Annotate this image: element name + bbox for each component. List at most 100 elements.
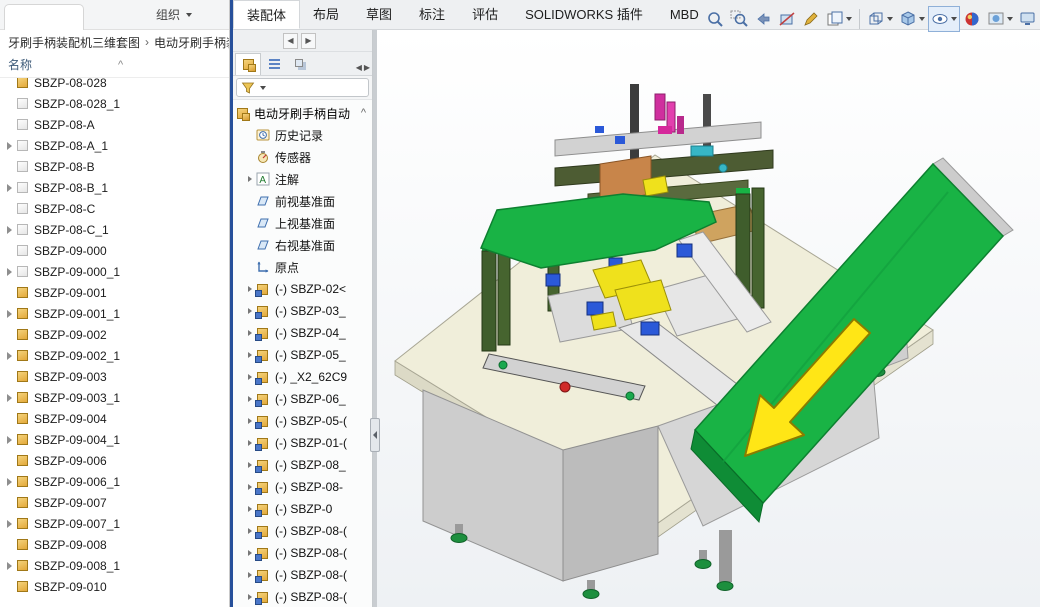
- display-style-button[interactable]: [896, 6, 928, 32]
- expand-caret-icon[interactable]: [248, 440, 252, 446]
- expand-caret-icon[interactable]: [248, 418, 252, 424]
- expand-caret-icon[interactable]: [248, 286, 252, 292]
- feature-tree-component[interactable]: (-) SBZP-08-: [233, 476, 372, 498]
- file-list-item[interactable]: SBZP-09-006: [0, 450, 229, 471]
- tab-annotate[interactable]: 标注: [406, 0, 459, 29]
- feature-tree-component[interactable]: (-) SBZP-05_: [233, 344, 372, 366]
- tab-addins[interactable]: SOLIDWORKS 插件: [512, 0, 657, 29]
- tab-property-manager[interactable]: [261, 53, 287, 75]
- zoom-to-fit-button[interactable]: [703, 6, 727, 32]
- expand-caret-icon[interactable]: [6, 435, 12, 444]
- file-list-item[interactable]: SBZP-09-007: [0, 492, 229, 513]
- file-list-item[interactable]: SBZP-09-002_1: [0, 345, 229, 366]
- feature-tree-item[interactable]: 传感器: [233, 146, 372, 168]
- file-list-item[interactable]: SBZP-08-028_1: [0, 93, 229, 114]
- expand-caret-icon[interactable]: [248, 550, 252, 556]
- file-list-item[interactable]: SBZP-09-006_1: [0, 471, 229, 492]
- organize-button[interactable]: 组织: [150, 0, 198, 30]
- feature-tree-component[interactable]: (-) SBZP-08-(: [233, 564, 372, 586]
- tab-scroll-left-button[interactable]: ◀: [356, 63, 362, 72]
- expand-caret-icon[interactable]: [6, 183, 12, 192]
- panel-collapse-handle[interactable]: [370, 418, 380, 452]
- feature-tree-component[interactable]: (-) SBZP-03_: [233, 300, 372, 322]
- feature-tree-item[interactable]: A 注解: [233, 168, 372, 190]
- tab-layout[interactable]: 布局: [300, 0, 353, 29]
- edit-appearance-button[interactable]: [960, 6, 984, 32]
- feature-tree-component[interactable]: (-) SBZP-08_: [233, 454, 372, 476]
- expand-caret-icon[interactable]: [248, 506, 252, 512]
- feature-tree-component[interactable]: (-) SBZP-01-(: [233, 432, 372, 454]
- file-list-item[interactable]: SBZP-09-000: [0, 240, 229, 261]
- expand-caret-icon[interactable]: [6, 267, 12, 276]
- file-list-item[interactable]: SBZP-08-C_1: [0, 219, 229, 240]
- feature-tree-component[interactable]: (-) SBZP-08-(: [233, 542, 372, 564]
- view-settings-button[interactable]: [1016, 6, 1040, 32]
- file-list-item[interactable]: SBZP-08-A: [0, 114, 229, 135]
- panel-back-button[interactable]: ◀: [283, 32, 298, 49]
- feature-tree-component[interactable]: (-) SBZP-02<: [233, 278, 372, 300]
- feature-tree-component[interactable]: (-) SBZP-08-(: [233, 520, 372, 542]
- view-orientation-button[interactable]: [864, 6, 896, 32]
- sheets-button[interactable]: [823, 6, 855, 32]
- file-list-item[interactable]: SBZP-09-004_1: [0, 429, 229, 450]
- expand-caret-icon[interactable]: [248, 308, 252, 314]
- file-list-item[interactable]: SBZP-09-010: [0, 576, 229, 597]
- section-view-button[interactable]: [775, 6, 799, 32]
- expand-caret-icon[interactable]: [248, 528, 252, 534]
- file-list-item[interactable]: SBZP-09-001_1: [0, 303, 229, 324]
- feature-tree-component[interactable]: (-) SBZP-08-(: [233, 586, 372, 607]
- file-list-item[interactable]: SBZP-08-B_1: [0, 177, 229, 198]
- previous-view-button[interactable]: [751, 6, 775, 32]
- feature-tree-item[interactable]: 历史记录: [233, 124, 372, 146]
- expand-caret-icon[interactable]: [6, 225, 12, 234]
- apply-scene-button[interactable]: [984, 6, 1016, 32]
- file-list-item[interactable]: SBZP-09-004: [0, 408, 229, 429]
- expand-caret-icon[interactable]: [248, 176, 252, 182]
- expand-caret-icon[interactable]: [6, 351, 12, 360]
- tab-feature-manager[interactable]: [235, 53, 261, 75]
- file-list-item[interactable]: SBZP-09-008_1: [0, 555, 229, 576]
- expand-caret-icon[interactable]: [6, 477, 12, 486]
- feature-tree-item[interactable]: 上视基准面: [233, 212, 372, 234]
- expand-caret-icon[interactable]: [248, 594, 252, 600]
- file-list-item[interactable]: SBZP-09-007_1: [0, 513, 229, 534]
- dynamic-annotation-button[interactable]: [799, 6, 823, 32]
- expand-caret-icon[interactable]: [248, 330, 252, 336]
- file-list-item[interactable]: SBZP-09-000_1: [0, 261, 229, 282]
- feature-tree-component[interactable]: (-) SBZP-06_: [233, 388, 372, 410]
- expand-caret-icon[interactable]: [6, 309, 12, 318]
- tab-assembly[interactable]: 装配体: [233, 0, 301, 29]
- panel-forward-button[interactable]: ▶: [301, 32, 316, 49]
- tab-configuration-manager[interactable]: [287, 53, 313, 75]
- breadcrumb-current[interactable]: 电动牙刷手柄装: [154, 34, 229, 51]
- feature-tree-root[interactable]: 电动牙刷手柄自动 ^: [233, 102, 372, 124]
- 3d-viewport-scene[interactable]: [373, 30, 1040, 607]
- feature-tree-item[interactable]: 前视基准面: [233, 190, 372, 212]
- tree-scroll-up-icon[interactable]: ^: [361, 107, 366, 119]
- file-list-item[interactable]: SBZP-09-002: [0, 324, 229, 345]
- feature-tree-component[interactable]: (-) SBZP-0: [233, 498, 372, 520]
- breadcrumb-folder[interactable]: 牙刷手柄装配机三维套图: [8, 34, 140, 51]
- file-list-item[interactable]: SBZP-08-B: [0, 156, 229, 177]
- file-list-item[interactable]: SBZP-09-001: [0, 282, 229, 303]
- file-list-item[interactable]: SBZP-09-003_1: [0, 387, 229, 408]
- tree-filter-input[interactable]: [236, 78, 369, 97]
- name-column-header[interactable]: 名称 ^: [0, 54, 229, 78]
- feature-tree-item[interactable]: 原点: [233, 256, 372, 278]
- expand-caret-icon[interactable]: [6, 519, 12, 528]
- feature-tree-component[interactable]: (-) _X2_62C9: [233, 366, 372, 388]
- feature-tree-component[interactable]: (-) SBZP-05-(: [233, 410, 372, 432]
- expand-caret-icon[interactable]: [6, 393, 12, 402]
- expand-caret-icon[interactable]: [248, 352, 252, 358]
- file-list-item[interactable]: SBZP-08-C: [0, 198, 229, 219]
- hide-show-items-button[interactable]: [928, 6, 960, 32]
- expand-caret-icon[interactable]: [248, 572, 252, 578]
- explorer-window-tab[interactable]: [4, 4, 84, 30]
- expand-caret-icon[interactable]: [248, 484, 252, 490]
- file-list-item[interactable]: SBZP-09-003: [0, 366, 229, 387]
- expand-caret-icon[interactable]: [248, 462, 252, 468]
- feature-tree-item[interactable]: 右视基准面: [233, 234, 372, 256]
- expand-caret-icon[interactable]: [248, 374, 252, 380]
- expand-caret-icon[interactable]: [6, 561, 12, 570]
- zoom-to-area-button[interactable]: [727, 6, 751, 32]
